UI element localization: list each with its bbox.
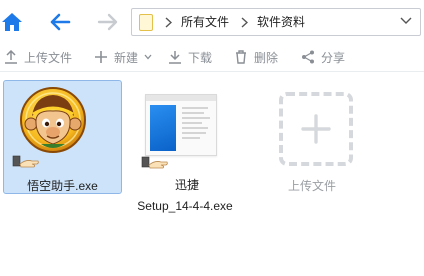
new-button[interactable]: 新建 [94, 46, 152, 68]
forward-button[interactable] [96, 9, 120, 35]
toolbar-divider [0, 71, 424, 72]
breadcrumb-software[interactable]: 软件资料 [257, 15, 305, 29]
file-item-xunjie[interactable]: 迅捷 Setup_14-4-4.exe [128, 80, 246, 216]
file-name-line2: Setup_14-4-4.exe [137, 199, 233, 213]
upload-tile-label: 上传文件 [287, 179, 336, 193]
upload-tile[interactable]: 上传文件 [253, 80, 371, 200]
download-label: 下载 [188, 50, 213, 65]
delete-button[interactable]: 删除 [234, 46, 278, 68]
address-bar[interactable]: 所有文件 软件资料 [131, 8, 421, 36]
home-button[interactable] [0, 9, 24, 35]
chevron-down-icon [144, 50, 152, 64]
new-label: 新建 [114, 50, 139, 65]
delete-label: 删除 [254, 50, 279, 65]
plus-icon [94, 50, 108, 64]
plus-icon [301, 114, 331, 144]
file-item-wukong[interactable]: 悟空助手.exe [3, 80, 122, 194]
upload-button[interactable]: 上传文件 [4, 46, 72, 68]
upload-dropzone [279, 92, 353, 166]
monkey-app-icon [20, 87, 86, 153]
breadcrumb-separator-icon [162, 15, 174, 29]
download-icon [168, 50, 182, 64]
back-button[interactable] [48, 9, 72, 35]
window-thumbnail [145, 94, 217, 156]
share-icon [301, 50, 315, 64]
shortcut-hand-icon [12, 155, 39, 168]
folder-icon [139, 14, 153, 31]
download-button[interactable]: 下载 [168, 46, 212, 68]
breadcrumb-separator-icon [238, 15, 250, 29]
trash-icon [234, 50, 248, 64]
breadcrumb-all-files[interactable]: 所有文件 [181, 15, 229, 29]
upload-icon [4, 50, 18, 64]
file-name-line1: 迅捷 [174, 178, 199, 192]
file-name: 悟空助手.exe [27, 179, 98, 193]
chevron-down-icon[interactable] [400, 17, 412, 25]
share-button[interactable]: 分享 [301, 46, 345, 68]
arrow-right-icon [97, 13, 118, 31]
upload-label: 上传文件 [24, 50, 73, 65]
toolbar: 上传文件 新建 下载 删除 分享 [0, 44, 424, 70]
shortcut-hand-icon [141, 156, 168, 169]
arrow-left-icon [50, 13, 71, 31]
home-icon [2, 13, 22, 31]
share-label: 分享 [321, 50, 346, 65]
navigation-bar: 所有文件 软件资料 [0, 0, 424, 44]
